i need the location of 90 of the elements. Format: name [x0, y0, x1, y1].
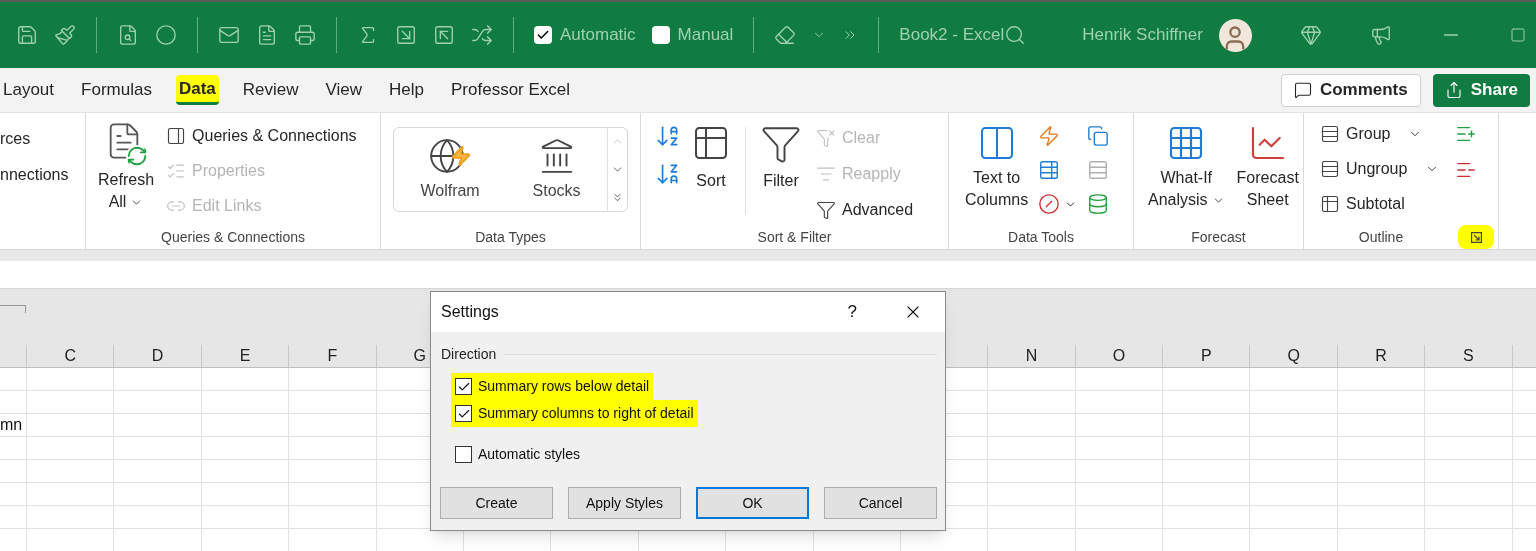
- window-title: Book2 - Excel: [899, 24, 1005, 47]
- group-label: Forecast: [1190, 228, 1247, 247]
- column-header[interactable]: C: [64, 344, 76, 368]
- option-checkbox[interactable]: Summary rows below detail: [451, 373, 654, 400]
- ribbon-tab[interactable]: Data: [175, 75, 219, 105]
- checkbox[interactable]: [534, 26, 552, 44]
- column-header[interactable]: P: [1200, 344, 1212, 368]
- ribbon-button[interactable]: Group: [1320, 119, 1423, 149]
- dialog-title: Settings: [441, 302, 499, 322]
- ribbon-button[interactable]: What-If Analysis: [1148, 123, 1225, 211]
- maximize-icon[interactable]: [1509, 27, 1526, 43]
- panel-icon: [166, 126, 187, 146]
- group-label: Sort & Filter: [756, 228, 833, 247]
- mail-icon[interactable]: [218, 24, 240, 46]
- funnel-icon: [816, 200, 836, 220]
- eraser-icon[interactable]: [774, 24, 797, 46]
- column-header[interactable]: D: [151, 344, 164, 368]
- user-name: Henrik Schiffner: [1082, 24, 1203, 47]
- document-icon[interactable]: [117, 24, 139, 46]
- group-icon: [1320, 124, 1340, 144]
- data-model-icon[interactable]: [1087, 193, 1110, 215]
- dialog-button[interactable]: Create: [440, 487, 553, 519]
- record-icon[interactable]: [155, 24, 177, 46]
- share-icon: [1444, 81, 1463, 99]
- text-to-columns-button[interactable]: Text to Columns: [965, 123, 1029, 211]
- ribbon-button[interactable]: nnections: [0, 157, 69, 193]
- checkbox[interactable]: [651, 26, 670, 44]
- option-checkbox[interactable]: Automatic styles: [451, 441, 584, 468]
- column-header[interactable]: Q: [1287, 344, 1300, 368]
- column-header[interactable]: R: [1375, 344, 1387, 368]
- subtotal-icon: [1320, 194, 1340, 214]
- launcher-icon: [1470, 231, 1482, 243]
- ribbon-button[interactable]: Queries & Connections: [166, 121, 357, 151]
- ribbon-tab[interactable]: Professor Excel: [448, 75, 574, 105]
- sort-button[interactable]: Sort: [691, 123, 731, 193]
- checkmark-icon: [536, 28, 550, 42]
- group-label: Queries & Connections: [160, 228, 306, 247]
- ribbon-tab[interactable]: Help: [386, 75, 428, 105]
- data-validation-icon[interactable]: [1038, 193, 1061, 215]
- ribbon-tab[interactable]: Layout: [0, 75, 58, 105]
- column-header[interactable]: S: [1463, 344, 1474, 368]
- ribbon-button[interactable]: rces: [0, 121, 31, 157]
- column-header[interactable]: G: [413, 344, 426, 368]
- globe-lightning-icon: [428, 136, 473, 175]
- search-icon[interactable]: [1004, 24, 1027, 46]
- ribbon-button[interactable]: Advanced: [816, 195, 914, 225]
- column-header[interactable]: O: [1112, 344, 1126, 368]
- help-button[interactable]: ?: [847, 299, 857, 325]
- column-header[interactable]: N: [1025, 344, 1038, 368]
- relationships-icon[interactable]: [1087, 159, 1110, 181]
- ribbon-tab[interactable]: Review: [239, 75, 302, 105]
- ribbon-button[interactable]: Ungroup: [1320, 154, 1440, 184]
- flash-fill-icon[interactable]: [1038, 125, 1061, 147]
- data-type-button[interactable]: Stocks: [532, 136, 581, 203]
- comments-button[interactable]: Comments: [1280, 73, 1421, 107]
- ribbon-tab[interactable]: Formulas: [78, 75, 155, 105]
- remove-duplicates-icon[interactable]: [1038, 159, 1061, 181]
- dialog-button[interactable]: Apply Styles: [568, 487, 681, 519]
- dialog-button[interactable]: Cancel: [824, 487, 937, 519]
- comment-icon: [1293, 81, 1312, 99]
- column-header[interactable]: E: [239, 344, 251, 368]
- group-label: Data Types: [474, 228, 547, 247]
- share-button[interactable]: Share: [1432, 73, 1530, 107]
- consolidate-icon[interactable]: [1087, 125, 1110, 147]
- ribbon-tab[interactable]: View: [322, 75, 366, 105]
- section-label: Direction: [441, 345, 497, 364]
- group-label: Outline: [1357, 228, 1405, 247]
- cell-text: mn: [0, 415, 23, 435]
- option-checkbox[interactable]: Summary columns to right of detail: [451, 400, 698, 427]
- trace-precedents-icon[interactable]: [395, 24, 417, 46]
- paintbrush-icon[interactable]: [54, 24, 76, 46]
- dialog-button[interactable]: OK: [696, 487, 809, 519]
- save-icon[interactable]: [16, 24, 38, 46]
- group-label: Data Tools: [1007, 228, 1075, 247]
- diamond-icon[interactable]: [1299, 24, 1322, 46]
- data-type-button[interactable]: Wolfram: [420, 136, 480, 203]
- ungroup-icon: [1320, 159, 1340, 179]
- clear-filter-icon: [816, 128, 836, 148]
- pdf-icon[interactable]: [256, 24, 278, 46]
- refresh-all-button[interactable]: Refresh All: [98, 121, 155, 213]
- megaphone-icon[interactable]: [1369, 24, 1392, 46]
- column-header[interactable]: F: [327, 344, 338, 368]
- dialog-launcher[interactable]: [1458, 225, 1494, 249]
- trace-dependents-icon[interactable]: [433, 24, 455, 46]
- printer-icon[interactable]: [294, 24, 316, 46]
- ribbon-button[interactable]: Forecast Sheet: [1236, 123, 1299, 211]
- ribbon-button[interactable]: Subtotal: [1320, 189, 1405, 219]
- avatar[interactable]: [1218, 18, 1252, 52]
- bracket-icon: [0, 305, 26, 313]
- filter-button[interactable]: Filter: [760, 123, 802, 193]
